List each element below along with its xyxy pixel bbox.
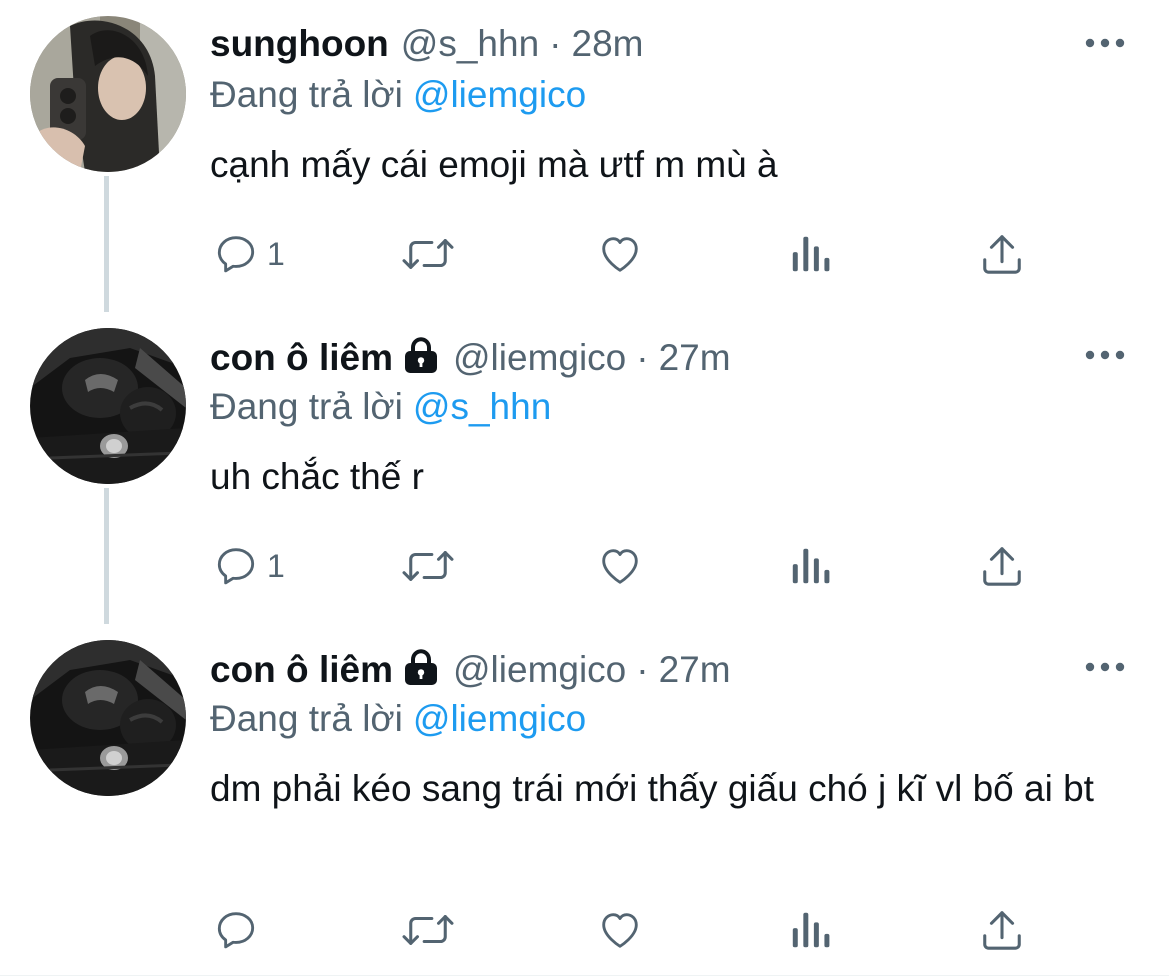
like-icon	[602, 549, 638, 584]
user-handle[interactable]: @liemgico	[453, 649, 626, 690]
like-button[interactable]	[596, 541, 644, 591]
share-button[interactable]	[980, 905, 1024, 955]
timestamp[interactable]: 28m	[572, 23, 644, 64]
like-icon	[602, 913, 638, 948]
reply-icon	[217, 236, 255, 273]
more-icon	[1085, 350, 1125, 360]
more-button[interactable]	[1082, 340, 1128, 370]
action-bar: 1	[210, 229, 1110, 279]
reply-count: 1	[267, 235, 285, 272]
views-icon	[792, 548, 830, 584]
more-button[interactable]	[1082, 652, 1128, 682]
reply-icon	[217, 912, 255, 949]
avatar[interactable]	[30, 16, 186, 172]
thread-line	[104, 488, 109, 624]
replying-to-label: Đang trả lời	[210, 386, 403, 427]
user-handle[interactable]: @s_hhn	[401, 23, 539, 64]
lock-icon	[401, 336, 441, 386]
more-icon	[1085, 662, 1125, 672]
replying-to-label: Đang trả lời	[210, 74, 403, 115]
retweet-icon	[402, 551, 454, 581]
retweet-button[interactable]	[400, 905, 456, 955]
retweet-button[interactable]	[400, 229, 456, 279]
like-button[interactable]	[596, 905, 644, 955]
reply-button[interactable]: 1	[213, 229, 285, 279]
views-button[interactable]	[790, 229, 832, 279]
separator-dot: ·	[636, 649, 649, 690]
display-name[interactable]: sunghoon	[210, 23, 389, 64]
separator-dot: ·	[549, 23, 562, 64]
share-button[interactable]	[980, 229, 1024, 279]
views-icon	[792, 912, 830, 948]
views-icon	[792, 236, 830, 272]
like-button[interactable]	[596, 229, 644, 279]
share-button[interactable]	[980, 541, 1024, 591]
reply-mention-link[interactable]: @liemgico	[413, 74, 586, 115]
retweet-icon	[402, 239, 454, 269]
share-icon	[983, 547, 1021, 586]
thread-line	[104, 176, 109, 312]
avatar[interactable]	[30, 640, 186, 796]
reply-button[interactable]	[213, 905, 267, 955]
share-icon	[983, 911, 1021, 950]
tweet-text: uh chắc thế r	[210, 456, 424, 497]
action-bar: 1	[210, 541, 1110, 591]
reply-icon	[217, 548, 255, 585]
lock-icon	[401, 648, 441, 698]
avatar[interactable]	[30, 328, 186, 484]
more-icon	[1085, 38, 1125, 48]
replying-to-label: Đang trả lời	[210, 698, 403, 739]
action-bar	[210, 905, 1110, 955]
reply-count: 1	[267, 547, 285, 584]
reply-button[interactable]: 1	[213, 541, 285, 591]
retweet-icon	[402, 915, 454, 945]
like-icon	[602, 237, 638, 272]
display-name[interactable]: con ô liêm	[210, 337, 393, 378]
separator-dot: ·	[636, 337, 649, 378]
tweet-text: dm phải kéo sang trái mới thấy giấu chó …	[210, 768, 1094, 809]
timestamp[interactable]: 27m	[659, 337, 731, 378]
reply-mention-link[interactable]: @liemgico	[413, 698, 586, 739]
reply-mention-link[interactable]: @s_hhn	[413, 386, 551, 427]
more-button[interactable]	[1082, 28, 1128, 58]
divider	[0, 975, 1169, 976]
views-button[interactable]	[790, 905, 832, 955]
share-icon	[983, 235, 1021, 274]
tweet-text: cạnh mấy cái emoji mà ưtf m mù à	[210, 144, 778, 185]
display-name[interactable]: con ô liêm	[210, 649, 393, 690]
timestamp[interactable]: 27m	[659, 649, 731, 690]
user-handle[interactable]: @liemgico	[453, 337, 626, 378]
retweet-button[interactable]	[400, 541, 456, 591]
views-button[interactable]	[790, 541, 832, 591]
